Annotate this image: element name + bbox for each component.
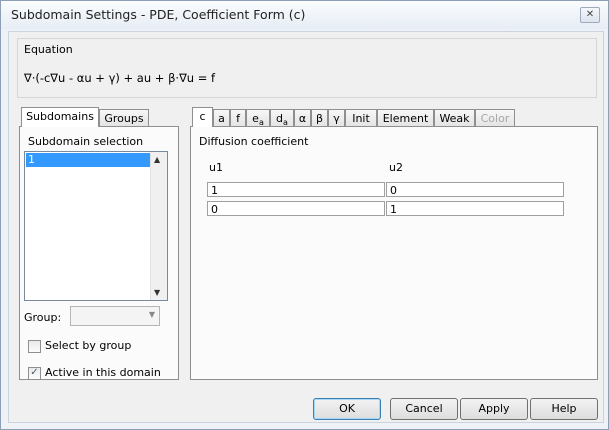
tab-c[interactable]: c xyxy=(192,107,213,127)
tab-da-label: d xyxy=(276,112,284,125)
subdomain-selection-group: Subdomain selection 1 ▲ ▼ Group: ▼ Selec… xyxy=(24,135,172,380)
title-bar[interactable]: Subdomain Settings - PDE, Coefficient Fo… xyxy=(1,1,608,29)
chevron-down-icon: ▼ xyxy=(148,310,155,319)
tab-f[interactable]: f xyxy=(230,109,246,127)
tab-color-label: Color xyxy=(480,112,510,125)
subdomain-listbox[interactable]: 1 ▲ ▼ xyxy=(24,151,168,301)
tab-element[interactable]: Element xyxy=(377,109,434,127)
window-title: Subdomain Settings - PDE, Coefficient Fo… xyxy=(11,7,306,22)
column-header-u1: u1 xyxy=(209,161,223,174)
tab-element-label: Element xyxy=(382,112,429,125)
group-label: Group: xyxy=(24,311,62,324)
dialog-body: Equation ∇·(-c∇u - αu + γ) + au + β·∇u =… xyxy=(8,31,604,423)
tab-ea-label: e xyxy=(252,112,259,125)
subdomains-panel: Subdomain selection 1 ▲ ▼ Group: ▼ Selec… xyxy=(19,126,179,380)
c21-field[interactable]: 0 xyxy=(207,201,385,216)
tab-f-label: f xyxy=(236,112,240,125)
help-button[interactable]: Help xyxy=(530,398,598,420)
tab-c-label: c xyxy=(199,110,206,123)
tab-subdomains[interactable]: Subdomains xyxy=(21,107,99,127)
c12-field[interactable]: 0 xyxy=(386,182,564,197)
diffusion-group: Diffusion coefficient u1 u2 1 0 0 1 xyxy=(195,135,591,373)
listbox-scrollbar[interactable]: ▲ ▼ xyxy=(150,152,167,300)
cancel-button[interactable]: Cancel xyxy=(390,398,458,420)
tab-beta-label: β xyxy=(315,112,324,125)
tab-alpha-label: α xyxy=(298,112,307,125)
equation-panel: Equation ∇·(-c∇u - αu + γ) + au + β·∇u =… xyxy=(17,38,597,98)
tab-init-label: Init xyxy=(352,112,370,125)
tab-color: Color xyxy=(475,109,515,127)
ok-button[interactable]: OK xyxy=(313,398,381,420)
select-by-group-label: Select by group xyxy=(45,339,132,352)
tab-beta[interactable]: β xyxy=(311,109,328,127)
diffusion-title: Diffusion coefficient xyxy=(197,135,311,148)
tab-weak[interactable]: Weak xyxy=(434,109,475,127)
apply-button[interactable]: Apply xyxy=(460,398,528,420)
tab-da[interactable]: da xyxy=(270,109,294,127)
scroll-down-icon[interactable]: ▼ xyxy=(154,288,160,297)
subdomain-selection-title: Subdomain selection xyxy=(26,135,146,148)
active-in-domain-checkbox[interactable]: ✓ xyxy=(28,367,41,380)
close-icon[interactable]: ✕ xyxy=(580,7,600,23)
tab-groups[interactable]: Groups xyxy=(99,109,149,127)
group-select[interactable]: ▼ xyxy=(70,306,160,326)
tab-gamma-label: γ xyxy=(333,112,340,125)
tab-gamma[interactable]: γ xyxy=(328,109,345,127)
list-item[interactable]: 1 xyxy=(26,153,150,167)
active-in-domain-label: Active in this domain xyxy=(45,366,161,379)
tab-weak-label: Weak xyxy=(439,112,470,125)
tab-init[interactable]: Init xyxy=(345,109,377,127)
coefficient-panel: Diffusion coefficient u1 u2 1 0 0 1 xyxy=(190,126,598,380)
c11-field[interactable]: 1 xyxy=(207,182,385,197)
tab-a-label: a xyxy=(218,112,225,125)
tab-ea[interactable]: ea xyxy=(246,109,270,127)
tab-a[interactable]: a xyxy=(213,109,230,127)
tab-alpha[interactable]: α xyxy=(294,109,311,127)
equation-label: Equation xyxy=(24,43,73,56)
select-by-group-checkbox[interactable] xyxy=(28,340,41,353)
equation-text: ∇·(-c∇u - αu + γ) + au + β·∇u = f xyxy=(24,71,216,85)
dialog-window: Subdomain Settings - PDE, Coefficient Fo… xyxy=(0,0,609,430)
c22-field[interactable]: 1 xyxy=(386,201,564,216)
scroll-up-icon[interactable]: ▲ xyxy=(154,155,160,164)
column-header-u2: u2 xyxy=(389,161,403,174)
